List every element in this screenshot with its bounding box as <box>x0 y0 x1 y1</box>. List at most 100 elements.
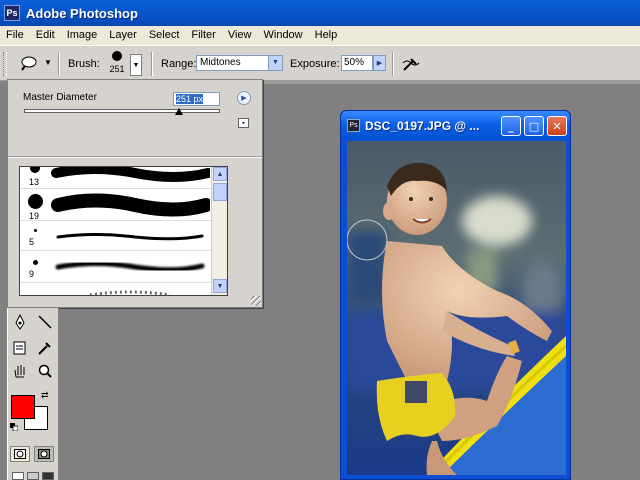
chevron-down-icon: ▼ <box>268 56 282 70</box>
master-diameter-slider[interactable] <box>24 109 220 113</box>
zoom-tool-icon <box>38 364 52 378</box>
menu-window[interactable]: Window <box>258 26 309 45</box>
app-title: Adobe Photoshop <box>26 5 138 21</box>
brush-size-label: 5 <box>29 237 35 247</box>
brush-preset-item[interactable]: 13 <box>20 167 212 189</box>
master-diameter-value: 251 px <box>176 94 204 104</box>
brush-size-text: 251 <box>109 64 125 74</box>
minimize-button[interactable]: _ <box>501 116 521 136</box>
document-window: Ps DSC_0197.JPG @ ... _ □ ✕ <box>340 110 571 480</box>
brush-preset-item[interactable]: 9 <box>20 251 212 283</box>
picker-divider <box>8 156 262 158</box>
swap-colors-icon[interactable]: ⇄ <box>41 390 49 401</box>
slider-thumb[interactable] <box>174 108 183 115</box>
options-bar: ▼ Brush: 251 ▼ Range: Midtones ▼ Exposur… <box>0 45 640 81</box>
document-icon: Ps <box>347 119 360 132</box>
menu-bar: File Edit Image Layer Select Filter View… <box>0 26 640 45</box>
quick-mask-icon <box>38 449 50 459</box>
menu-edit[interactable]: Edit <box>30 26 61 45</box>
brush-preset-list: 13 19 5 9 ▲ ▼ <box>19 166 228 296</box>
close-icon: ✕ <box>552 119 562 133</box>
menu-view[interactable]: View <box>222 26 258 45</box>
hand-tool[interactable] <box>9 361 31 381</box>
brush-tip-icon <box>112 51 122 61</box>
brush-list-scrollbar[interactable]: ▲ ▼ <box>211 167 227 295</box>
brush-stroke-preview <box>89 290 171 295</box>
preset-dropdown-arrow-icon[interactable]: ▼ <box>44 58 52 67</box>
brush-size-label: 13 <box>29 177 40 187</box>
brush-preset-item[interactable] <box>20 283 212 295</box>
brush-preset-item[interactable]: 19 <box>20 189 212 221</box>
quick-mask-button[interactable] <box>34 446 54 462</box>
foreground-color-swatch[interactable] <box>11 395 35 419</box>
close-button[interactable]: ✕ <box>547 116 567 136</box>
line-tool[interactable] <box>34 312 56 332</box>
brush-picker-toggle[interactable]: ▼ <box>130 54 142 76</box>
master-diameter-input[interactable]: 251 px <box>173 92 220 106</box>
resize-grip-icon[interactable] <box>251 296 261 306</box>
airbrush-toggle[interactable] <box>400 53 422 75</box>
screen-mode-standard[interactable] <box>12 472 24 480</box>
scroll-thumb[interactable] <box>213 183 227 201</box>
menu-help[interactable]: Help <box>309 26 344 45</box>
standard-mode-icon <box>14 449 26 459</box>
range-select-value: Midtones <box>200 57 241 68</box>
brush-tip-icon <box>30 167 40 173</box>
menu-layer[interactable]: Layer <box>103 26 143 45</box>
exposure-label: Exposure: <box>290 58 340 70</box>
document-title: DSC_0197.JPG @ ... <box>365 119 480 133</box>
palette-well-edge <box>262 81 640 84</box>
notes-tool[interactable] <box>9 338 31 358</box>
maximize-button[interactable]: □ <box>524 116 544 136</box>
brush-tip-icon <box>34 229 37 232</box>
pen-tool[interactable] <box>9 312 31 332</box>
minimize-icon: _ <box>508 119 514 133</box>
screen-mode-menu[interactable] <box>27 472 39 480</box>
default-colors-icon[interactable] <box>10 422 19 432</box>
scroll-down-icon[interactable]: ▼ <box>213 279 227 293</box>
zoom-tool[interactable] <box>34 361 56 381</box>
dodge-tool-icon <box>21 56 37 71</box>
screen-mode-full[interactable] <box>42 472 54 480</box>
photo-boy-on-inflatable <box>347 141 566 475</box>
hand-tool-icon <box>14 365 25 378</box>
picker-menu-button[interactable]: ▶ <box>237 91 251 105</box>
brush-size-label: 19 <box>29 211 40 221</box>
brush-stroke-preview <box>55 261 205 273</box>
line-tool-icon <box>38 315 52 329</box>
brush-size-label: 9 <box>29 269 35 279</box>
brush-picker-panel: Master Diameter 251 px ▶ ▪ 13 19 5 9 ▲ ▼ <box>7 79 263 308</box>
airbrush-icon <box>402 58 420 71</box>
options-separator <box>392 52 394 76</box>
menu-image[interactable]: Image <box>61 26 104 45</box>
options-separator <box>58 52 60 76</box>
exposure-input[interactable]: 50% <box>341 55 373 71</box>
app-title-bar: Ps Adobe Photoshop <box>0 0 640 26</box>
new-preset-icon[interactable]: ▪ <box>238 118 249 128</box>
standard-mode-button[interactable] <box>10 446 30 462</box>
menu-select[interactable]: Select <box>143 26 186 45</box>
exposure-slider-toggle[interactable]: ▶ <box>373 55 386 71</box>
brush-label: Brush: <box>68 58 100 70</box>
options-bar-grip[interactable] <box>3 52 7 76</box>
brush-stroke-preview <box>51 167 210 182</box>
toolbox: ⇄ <box>7 308 59 480</box>
brush-stroke-preview <box>56 233 204 241</box>
eyedropper-tool[interactable] <box>34 338 56 358</box>
brush-stroke-preview <box>51 193 210 217</box>
tool-preset-picker[interactable] <box>18 54 40 72</box>
brush-preset-item[interactable]: 5 <box>20 221 212 251</box>
eyedropper-icon <box>38 342 51 355</box>
menu-file[interactable]: File <box>0 26 30 45</box>
pen-tool-icon <box>15 314 25 330</box>
photoshop-logo-icon: Ps <box>4 5 20 21</box>
range-select[interactable]: Midtones ▼ <box>196 55 283 71</box>
brush-tip-icon <box>28 194 43 209</box>
master-diameter-label: Master Diameter <box>23 92 97 103</box>
document-title-bar[interactable]: Ps DSC_0197.JPG @ ... _ □ ✕ <box>341 111 570 141</box>
scroll-up-icon[interactable]: ▲ <box>213 167 227 181</box>
image-canvas[interactable] <box>347 141 566 475</box>
range-label: Range: <box>161 58 197 70</box>
menu-filter[interactable]: Filter <box>185 26 221 45</box>
brush-preview[interactable]: 251 <box>107 51 127 77</box>
